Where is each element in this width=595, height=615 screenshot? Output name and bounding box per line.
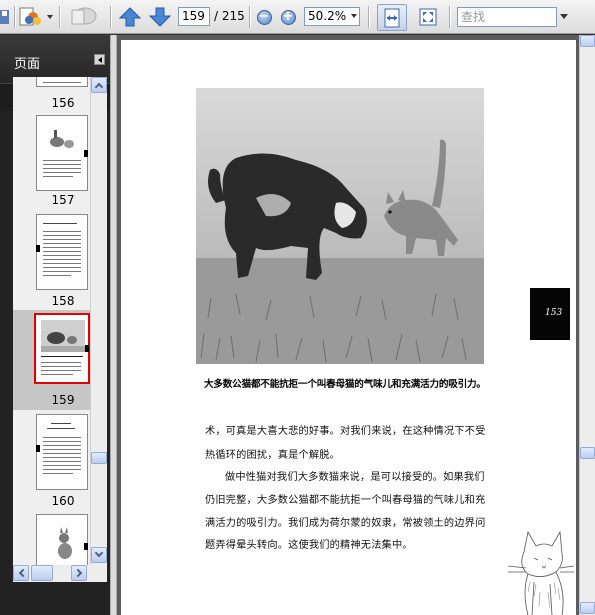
scroll-left-button[interactable] xyxy=(13,565,29,581)
paragraph-line: 题弄得晕头转向。这使我们的精神无法集中。 xyxy=(205,540,413,551)
thumbnail-page xyxy=(34,313,90,384)
thumbnail-161[interactable] xyxy=(13,510,90,565)
zoom-select[interactable]: 50.2% xyxy=(304,7,360,26)
thumbnail-page xyxy=(36,77,88,87)
thumbnail-list: 156 157 158 159 160 xyxy=(13,77,90,565)
document-page: 大多数公猫都不能抗拒一个叫春母猫的气味儿和充满活力的吸引力。 术，可真是大喜大悲… xyxy=(121,40,576,615)
scroll-right-button[interactable] xyxy=(71,565,87,581)
thumbnail-158[interactable]: 158 xyxy=(13,211,90,310)
collapse-panel-button[interactable] xyxy=(94,54,105,65)
scroll-thumb[interactable] xyxy=(580,447,595,459)
thumbnail-159[interactable]: 159 xyxy=(13,310,90,410)
thumbnail-156[interactable]: 156 xyxy=(13,77,90,113)
figure-caption: 大多数公猫都不能抗拒一个叫春母猫的气味儿和充满活力的吸引力。 xyxy=(204,379,486,390)
paragraph-line: 仍旧完整，大多数公猫都不能抗拒一个叫春母猫的气味儿和充 xyxy=(205,495,486,506)
thumbnail-160[interactable]: 160 xyxy=(13,410,90,510)
paragraph-line: 热循环的困扰，真是个解脱。 xyxy=(205,450,341,461)
thumbnail-label: 156 xyxy=(51,96,75,110)
thumbnail-page xyxy=(36,414,88,490)
panel-title: 页面 xyxy=(14,57,41,72)
fit-width-icon[interactable] xyxy=(377,4,407,31)
chevron-down-icon[interactable] xyxy=(46,13,54,21)
thumbnail-page xyxy=(36,514,88,565)
paragraph-line: 术，可真是大喜大悲的好事。对我们来说，在这种情况下不受 xyxy=(205,426,486,437)
thumbnail-hscrollbar[interactable] xyxy=(13,565,107,582)
page-number-tab: 153 xyxy=(530,288,570,340)
previous-page-icon[interactable] xyxy=(119,7,141,27)
thumbnail-157[interactable]: 157 xyxy=(13,113,90,211)
thumbnail-scrollbar[interactable] xyxy=(90,77,107,565)
chevron-down-icon[interactable] xyxy=(560,14,568,19)
thumbnail-label: 159 xyxy=(51,393,75,407)
thumbnail-label: 160 xyxy=(51,494,75,508)
thumbnail-label: 157 xyxy=(51,193,75,207)
hscroll-thumb[interactable] xyxy=(31,565,53,581)
page-total: / 215 xyxy=(214,9,245,23)
zoom-out-icon[interactable]: − xyxy=(256,9,272,25)
thumbnail-page xyxy=(36,115,88,191)
toolbar: 159 / 215 − + 50.2% 查找 xyxy=(0,0,595,34)
sign-icon[interactable] xyxy=(18,6,44,28)
cats-photo xyxy=(196,88,484,364)
next-page-icon[interactable] xyxy=(149,7,171,27)
zoom-in-icon[interactable]: + xyxy=(280,9,296,25)
scroll-up-button[interactable] xyxy=(580,35,595,47)
paragraph-line: 满活力的吸引力。我们成为荷尔蒙的奴隶，常被领土的边界问 xyxy=(205,518,486,529)
page-number-input[interactable]: 159 xyxy=(178,7,210,26)
scroll-down-button[interactable] xyxy=(91,547,107,563)
review-icon[interactable] xyxy=(68,5,98,29)
full-screen-icon[interactable] xyxy=(416,5,440,29)
cat-sketch xyxy=(507,530,575,615)
zoom-value: 50.2% xyxy=(308,9,347,23)
thumbnail-label: 158 xyxy=(51,294,75,308)
scroll-up-button[interactable] xyxy=(91,77,107,93)
thumbnail-page xyxy=(36,214,88,290)
panel-header: 页面 xyxy=(0,35,110,83)
scroll-thumb[interactable] xyxy=(91,452,107,464)
page-number-text: 153 xyxy=(545,308,563,318)
chevron-down-icon xyxy=(351,14,357,18)
search-input[interactable]: 查找 xyxy=(457,7,557,27)
scroll-down-button[interactable] xyxy=(580,602,595,614)
document-scrollbar[interactable] xyxy=(579,35,595,615)
panel-splitter[interactable] xyxy=(110,35,117,615)
paragraph-line: 做中性猫对我们大多数猫来说，是可以接受的。如果我们 xyxy=(225,472,485,483)
save-icon[interactable] xyxy=(0,7,10,27)
